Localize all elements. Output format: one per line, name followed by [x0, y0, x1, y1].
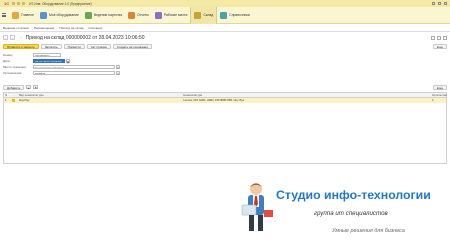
- home-icon[interactable]: [12, 2, 16, 5]
- row-item: Lenovo V15 G001, AMD, 15Г/Ф/ВГ/256, Ноут…: [183, 98, 244, 102]
- maximize-icon[interactable]: [438, 2, 441, 5]
- col-number[interactable]: N: [4, 93, 12, 97]
- date-label: Дата:: [3, 59, 11, 63]
- link-icon[interactable]: [431, 35, 435, 40]
- promo-title: Студио инфо-технологии: [276, 188, 431, 202]
- cards-icon: [84, 11, 92, 19]
- warehouse-icon: [194, 11, 202, 19]
- nav-warehouse[interactable]: Склад: [190, 6, 218, 24]
- back-arrow-icon[interactable]: ‹: [3, 35, 8, 40]
- form-toolbar: Провести и закрыть Записать Провести Акт…: [3, 43, 447, 49]
- window-controls[interactable]: [432, 2, 447, 5]
- number-field[interactable]: 000000002: [33, 52, 61, 58]
- col-quantity[interactable]: Количество: [431, 93, 447, 97]
- form-controls[interactable]: [431, 35, 447, 40]
- table-row[interactable]: 1 Ноутбук Lenovo V15 G001, AMD, 15Г/Ф/ВГ…: [4, 98, 446, 103]
- back-icon[interactable]: [17, 2, 21, 5]
- col-kind[interactable]: Вид номенклатуры: [18, 93, 182, 97]
- subnav-writeoff[interactable]: Списание: [88, 26, 102, 30]
- table-toolbar: Добавить ▲ ▼ Еще: [3, 84, 447, 90]
- equipment-icon: [39, 11, 47, 19]
- workplace-icon: [154, 11, 162, 19]
- storage-place-label: Место хранения:: [3, 65, 27, 69]
- reports-icon: [128, 11, 136, 19]
- reference-icon: [220, 11, 228, 19]
- folder-icon: [11, 99, 15, 102]
- forward-arrow-icon[interactable]: ›: [10, 35, 15, 40]
- favorite-star-icon[interactable]: ☆: [19, 35, 23, 40]
- calendar-icon[interactable]: ▦: [65, 58, 71, 64]
- mascot-icon: [241, 183, 273, 231]
- organization-field[interactable]: ЛЕММА: [33, 70, 115, 76]
- post-button[interactable]: Провести: [63, 43, 85, 49]
- row-number: 1: [5, 98, 7, 102]
- nav-workplaces[interactable]: Рабочие места: [152, 7, 191, 24]
- move-down-icon[interactable]: ▼: [33, 84, 39, 90]
- nav-reports[interactable]: Отчеты: [125, 7, 152, 24]
- watermark-banner: Студио инфо-технологии группа ит специал…: [236, 158, 450, 243]
- document-header: ‹ › ☆ Приход на склад 000000002 от 28.04…: [3, 34, 447, 41]
- date-field[interactable]: 28.04.2023 10:06:50: [33, 58, 65, 64]
- forward-icon[interactable]: [22, 2, 26, 5]
- goods-table: N Вид номенклатуры Номенклатура Количест…: [3, 92, 447, 164]
- organization-label: Организация:: [3, 71, 22, 75]
- close-icon[interactable]: [444, 2, 447, 5]
- menu-icon[interactable]: [0, 13, 9, 17]
- section-panel: Главное Мое оборудование Ведение карточе…: [0, 6, 450, 24]
- subsection-bar: Ведение остатков Перемещение Приход на с…: [0, 25, 450, 32]
- titlebar-icons[interactable]: [12, 2, 26, 5]
- create-based-on-button[interactable]: Создать на основании: [112, 43, 152, 49]
- subnav-stock[interactable]: Ведение остатков: [3, 26, 29, 30]
- number-label: Номер:: [3, 53, 14, 57]
- storage-place-field[interactable]: Неодержанный склад: [33, 64, 115, 70]
- acceptance-act-button[interactable]: Акт приема: [86, 43, 111, 49]
- chevron-down-icon[interactable]: ▾: [115, 64, 121, 70]
- table-more-button[interactable]: Еще: [432, 84, 447, 90]
- nav-my-equipment[interactable]: Мое оборудование: [37, 7, 82, 24]
- row-quantity: 1: [432, 98, 434, 102]
- row-kind: Ноутбук: [18, 98, 30, 102]
- move-up-icon[interactable]: ▲: [26, 84, 32, 90]
- nav-main[interactable]: Главное: [9, 7, 37, 24]
- promo-subtitle: группа ит специалистов: [314, 210, 388, 217]
- promo-tagline: Умные решения для бизнеса: [332, 228, 405, 234]
- open-icon[interactable]: ⧉: [115, 70, 121, 76]
- subnav-transfer[interactable]: Перемещение: [34, 26, 55, 30]
- minimize-icon[interactable]: [432, 2, 435, 5]
- app-logo: 1С: [4, 1, 10, 6]
- post-and-close-button[interactable]: Провести и закрыть: [3, 43, 39, 49]
- document-form: Номер: 000000002 Дата: 28.04.2023 10:06:…: [3, 52, 121, 76]
- col-item[interactable]: Номенклатура: [182, 93, 431, 97]
- save-button[interactable]: Записать: [40, 43, 62, 49]
- home-icon: [12, 11, 19, 19]
- nav-cards[interactable]: Ведение карточек: [82, 7, 125, 24]
- window-title: ИТ-Инв: Оборудование 1.0 (Предприятие): [29, 1, 92, 6]
- more-icon[interactable]: [437, 35, 441, 40]
- page-title: Приход на склад 000000002 от 28.04.2023 …: [25, 34, 145, 41]
- add-row-button[interactable]: Добавить: [3, 84, 25, 90]
- nav-references[interactable]: Справочники: [217, 7, 253, 24]
- more-button[interactable]: Еще: [432, 43, 447, 49]
- close-form-icon[interactable]: [443, 35, 447, 40]
- subnav-receipt[interactable]: Приход на склад: [59, 26, 83, 30]
